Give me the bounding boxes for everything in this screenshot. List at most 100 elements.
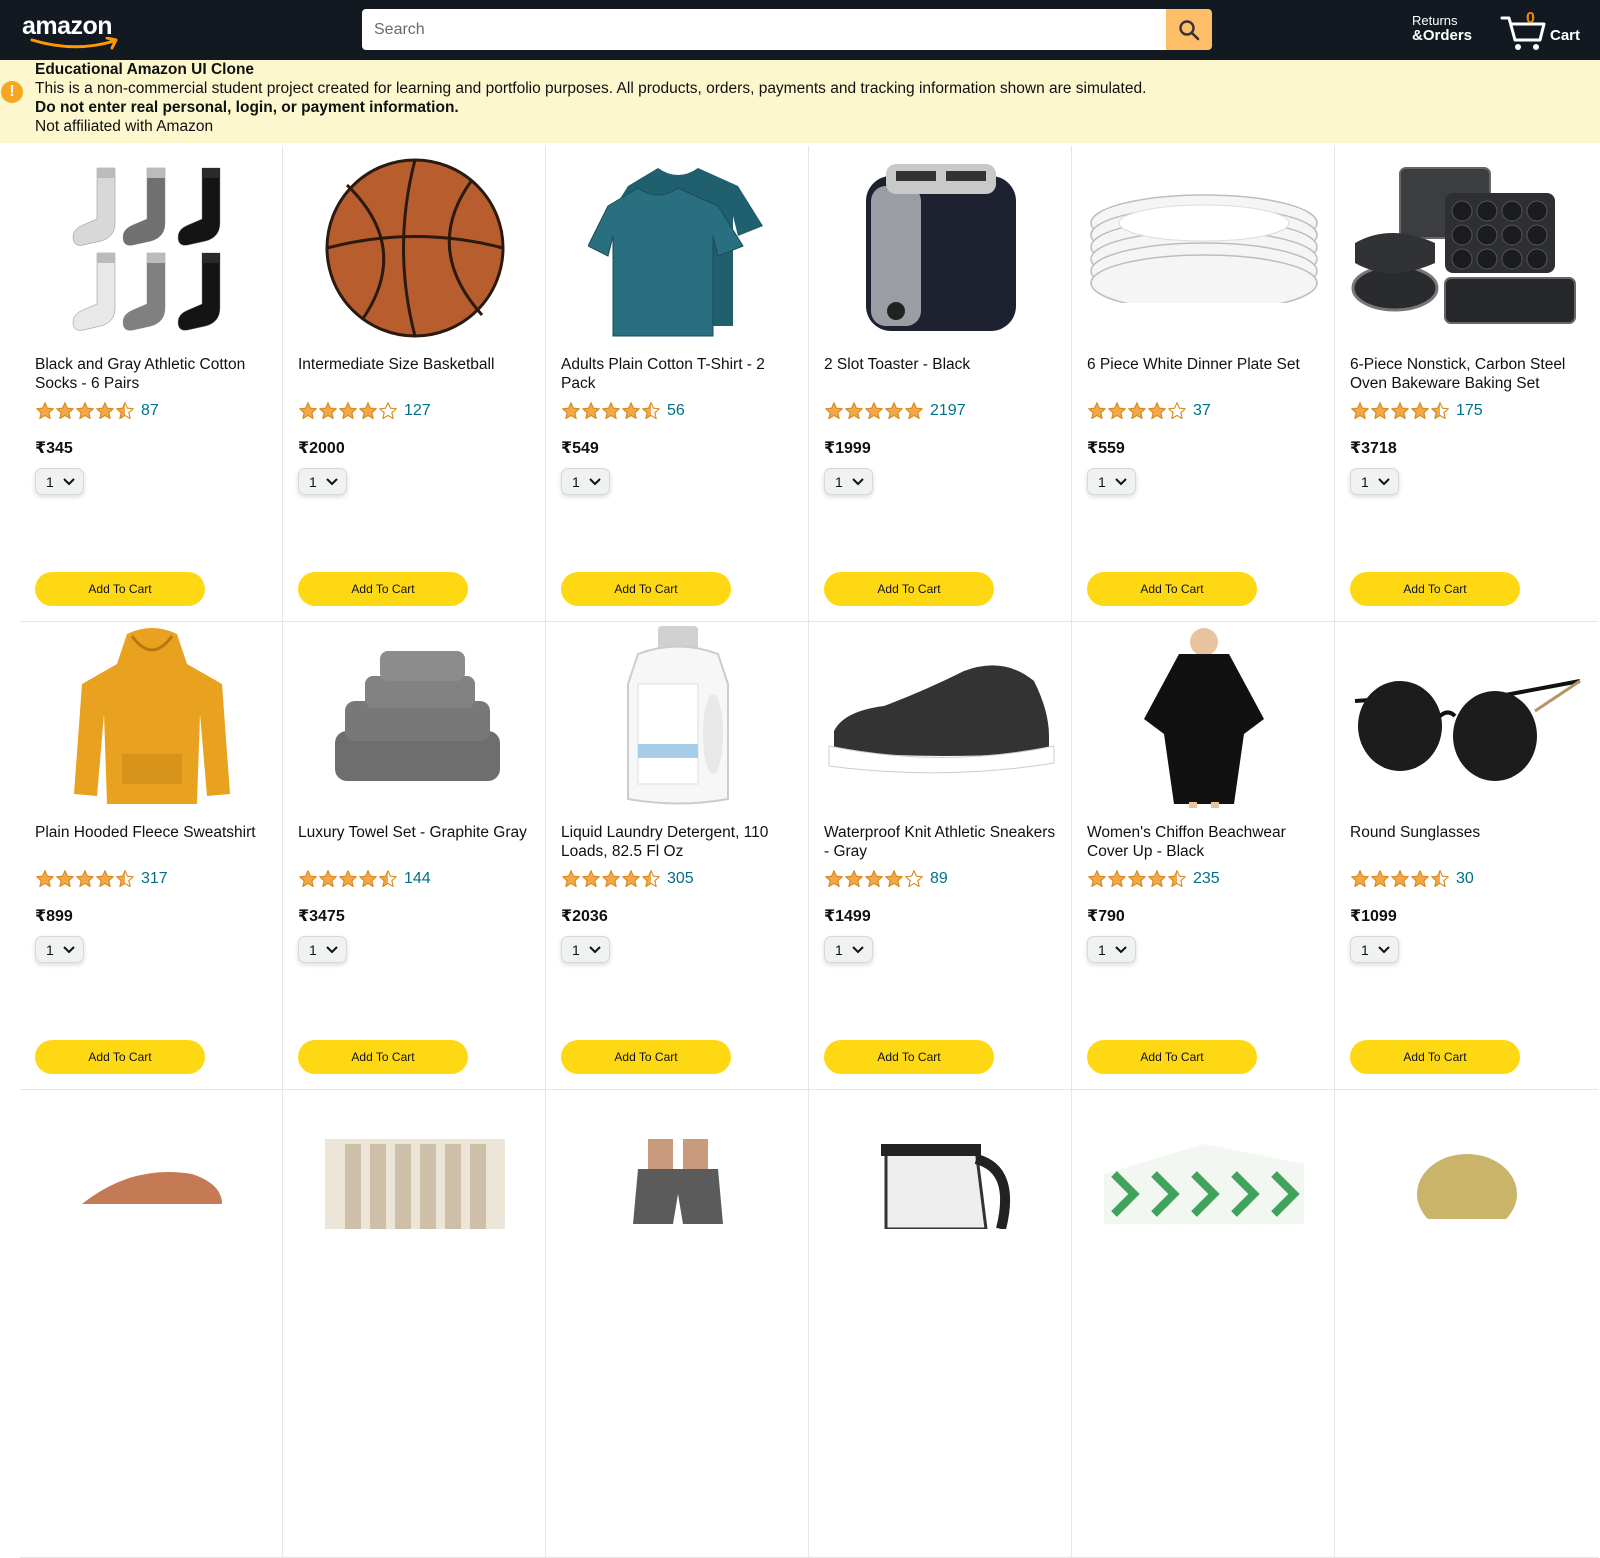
search-input[interactable]	[362, 9, 1166, 50]
quantity-select[interactable]: 1	[1087, 936, 1136, 963]
tissue-box-image[interactable]	[1087, 1092, 1321, 1276]
star-icon	[885, 402, 903, 420]
product-price: ₹2036	[561, 908, 608, 925]
add-to-cart-button[interactable]: Add To Cart	[1350, 1040, 1520, 1074]
product-name[interactable]: Intermediate Size Basketball	[298, 355, 530, 374]
rating-count[interactable]: 305	[667, 870, 694, 888]
detergent-image[interactable]	[561, 624, 795, 808]
star-icon	[379, 870, 397, 888]
rating-stars	[298, 869, 398, 889]
rating-count[interactable]: 89	[930, 870, 948, 888]
towels-image[interactable]	[298, 624, 532, 808]
shorts-image[interactable]	[561, 1092, 795, 1276]
star-icon	[1431, 402, 1449, 420]
kettle-image[interactable]	[824, 1092, 1058, 1276]
star-icon	[905, 870, 923, 888]
product-name[interactable]: Adults Plain Cotton T-Shirt - 2 Pack	[561, 355, 793, 393]
rating-count[interactable]: 144	[404, 870, 431, 888]
bakeware-image[interactable]	[1350, 156, 1584, 340]
add-to-cart-button[interactable]: Add To Cart	[1087, 572, 1257, 606]
straw-hat-image[interactable]	[1350, 1092, 1584, 1276]
rating-count[interactable]: 175	[1456, 402, 1483, 420]
socks-image[interactable]	[35, 156, 269, 340]
coverup-image[interactable]	[1087, 624, 1321, 808]
star-icon	[56, 402, 74, 420]
rating-count[interactable]: 56	[667, 402, 685, 420]
quantity-select[interactable]: 1	[298, 936, 347, 963]
search-button[interactable]	[1166, 9, 1212, 50]
chevron-down-icon	[326, 945, 338, 953]
search-icon	[1179, 19, 1200, 40]
star-icon	[562, 870, 580, 888]
product-name[interactable]: Luxury Towel Set - Graphite Gray	[298, 823, 530, 842]
star-icon	[96, 402, 114, 420]
star-icon	[36, 402, 54, 420]
rating-stars	[1087, 869, 1187, 889]
disclaimer-line-3: Not affiliated with Amazon	[35, 118, 214, 135]
add-to-cart-button[interactable]: Add To Cart	[35, 572, 205, 606]
sunglasses-image[interactable]	[1350, 624, 1584, 808]
product-price: ₹790	[1087, 908, 1125, 925]
quantity-select[interactable]: 1	[1350, 468, 1399, 495]
product-name[interactable]: 6 Piece White Dinner Plate Set	[1087, 355, 1319, 374]
quantity-value: 1	[46, 941, 54, 958]
rating-count[interactable]: 30	[1456, 870, 1474, 888]
hoodie-image[interactable]	[35, 624, 269, 808]
product-name[interactable]: Liquid Laundry Detergent, 110 Loads, 82.…	[561, 823, 793, 861]
add-to-cart-button[interactable]: Add To Cart	[298, 1040, 468, 1074]
returns-orders-link[interactable]: Returns &Orders	[1412, 13, 1472, 45]
quantity-select[interactable]: 1	[1087, 468, 1136, 495]
rating-count[interactable]: 87	[141, 402, 159, 420]
quantity-select[interactable]: 1	[35, 936, 84, 963]
quantity-select[interactable]: 1	[561, 468, 610, 495]
product-card: Women's Chiffon Beachwear Cover Up - Bla…	[1072, 614, 1335, 1090]
star-icon	[582, 870, 600, 888]
quantity-select[interactable]: 1	[35, 468, 84, 495]
product-name[interactable]: Women's Chiffon Beachwear Cover Up - Bla…	[1087, 823, 1319, 861]
basketball-image[interactable]	[298, 156, 532, 340]
add-to-cart-button[interactable]: Add To Cart	[35, 1040, 205, 1074]
plates-image[interactable]	[1087, 156, 1321, 340]
product-name[interactable]: 2 Slot Toaster - Black	[824, 355, 1056, 374]
product-card: Waterproof Knit Athletic Sneakers - Gray…	[809, 614, 1072, 1090]
star-icon	[622, 402, 640, 420]
add-to-cart-button[interactable]: Add To Cart	[561, 572, 731, 606]
rating-count[interactable]: 2197	[930, 402, 966, 420]
add-to-cart-button[interactable]: Add To Cart	[298, 572, 468, 606]
tshirt-image[interactable]	[561, 156, 795, 340]
quantity-select[interactable]: 1	[298, 468, 347, 495]
add-to-cart-button[interactable]: Add To Cart	[1087, 1040, 1257, 1074]
rating-count[interactable]: 127	[404, 402, 431, 420]
product-name[interactable]: Plain Hooded Fleece Sweatshirt	[35, 823, 267, 842]
rating-count[interactable]: 37	[1193, 402, 1211, 420]
product-name[interactable]: 6-Piece Nonstick, Carbon Steel Oven Bake…	[1350, 355, 1582, 393]
star-icon	[1088, 402, 1106, 420]
rating-stars	[35, 869, 135, 889]
product-name[interactable]: Round Sunglasses	[1350, 823, 1582, 842]
rating-count[interactable]: 235	[1193, 870, 1220, 888]
cart-link[interactable]: 0 Cart	[1500, 10, 1590, 52]
add-to-cart-button[interactable]: Add To Cart	[1350, 572, 1520, 606]
product-name[interactable]: Black and Gray Athletic Cotton Socks - 6…	[35, 355, 267, 393]
product-name[interactable]: Waterproof Knit Athletic Sneakers - Gray	[824, 823, 1056, 861]
rating-count[interactable]: 317	[141, 870, 168, 888]
add-to-cart-button[interactable]: Add To Cart	[824, 572, 994, 606]
product-card: 6 Piece White Dinner Plate Set 37 ₹559 1	[1072, 146, 1335, 622]
add-to-cart-button[interactable]: Add To Cart	[824, 1040, 994, 1074]
chevron-down-icon	[589, 477, 601, 485]
disclaimer-text: Educational Amazon UI Clone This is a no…	[35, 60, 1146, 136]
product-price: ₹1499	[824, 908, 871, 925]
star-icon	[1351, 870, 1369, 888]
add-to-cart-button[interactable]: Add To Cart	[561, 1040, 731, 1074]
curtains-image[interactable]	[298, 1092, 532, 1276]
toaster-image[interactable]	[824, 156, 1058, 340]
sneaker-image[interactable]	[824, 624, 1058, 808]
sandal-image[interactable]	[35, 1092, 269, 1276]
amazon-logo[interactable]: amazon	[22, 8, 132, 52]
quantity-select[interactable]: 1	[1350, 936, 1399, 963]
quantity-select[interactable]: 1	[824, 468, 873, 495]
quantity-select[interactable]: 1	[561, 936, 610, 963]
quantity-select[interactable]: 1	[824, 936, 873, 963]
star-icon	[299, 870, 317, 888]
product-rating: 2197	[824, 401, 966, 421]
